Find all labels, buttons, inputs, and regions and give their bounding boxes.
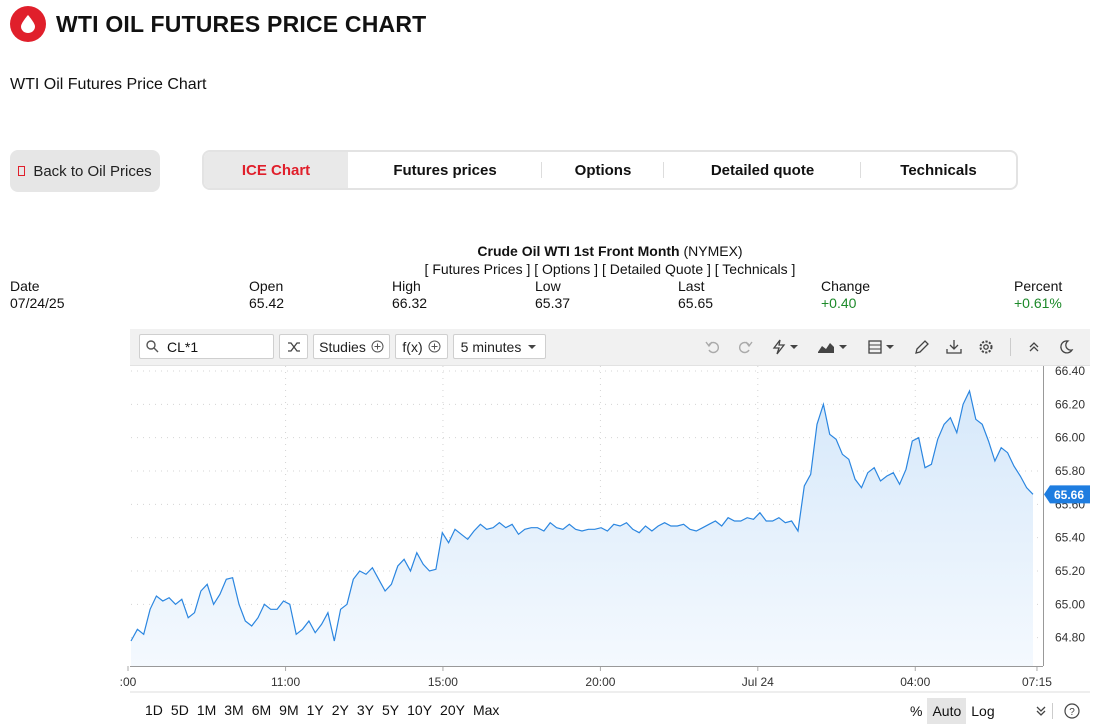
y-tick-label: 66.20 [1055,397,1085,411]
log-scale-option[interactable]: Log [966,698,999,724]
svg-text:?: ? [1069,707,1075,718]
y-tick-label: 65.40 [1055,531,1085,545]
range-3m[interactable]: 3M [224,702,243,718]
range-1m[interactable]: 1M [197,702,216,718]
price-area [131,391,1033,666]
y-tick-label: 66.00 [1055,431,1085,445]
percent-scale-option[interactable]: % [905,698,927,724]
x-tick-label: 04:00 [900,675,930,689]
scale-options: % Auto Log ? [905,698,1085,724]
range-2y[interactable]: 2Y [332,702,349,718]
range-5y[interactable]: 5Y [382,702,399,718]
range-10y[interactable]: 10Y [407,702,432,718]
chevrons-down-icon[interactable] [1030,698,1052,724]
help-icon[interactable]: ? [1059,698,1085,724]
price-chart[interactable]: 64.8065.0065.2065.4065.6065.8066.0066.20… [0,0,1099,700]
y-tick-label: 66.40 [1055,364,1085,378]
x-tick-label: 15:00 [428,675,458,689]
auto-scale-option[interactable]: Auto [927,698,967,724]
range-selector: 1D 5D 1M 3M 6M 9M 1Y 2Y 3Y 5Y 10Y 20Y Max [145,702,507,718]
y-tick-label: 65.80 [1055,464,1085,478]
range-3y[interactable]: 3Y [357,702,374,718]
range-20y[interactable]: 20Y [440,702,465,718]
range-5d[interactable]: 5D [171,702,189,718]
x-tick-label: 20:00 [585,675,615,689]
series-group [130,389,1034,666]
x-tick-label: :00 [120,675,137,689]
x-tick-label: 07:15 [1022,675,1052,689]
x-tick-label: Jul 24 [742,675,774,689]
x-tick-label: 11:00 [271,675,300,689]
y-tick-label: 65.00 [1055,597,1085,611]
range-1y[interactable]: 1Y [307,702,324,718]
range-1d[interactable]: 1D [145,702,163,718]
range-6m[interactable]: 6M [252,702,271,718]
range-9m[interactable]: 9M [279,702,298,718]
current-price-label: 65.66 [1054,488,1084,502]
y-tick-label: 64.80 [1055,631,1085,645]
range-max[interactable]: Max [473,702,499,718]
y-tick-label: 65.20 [1055,564,1085,578]
